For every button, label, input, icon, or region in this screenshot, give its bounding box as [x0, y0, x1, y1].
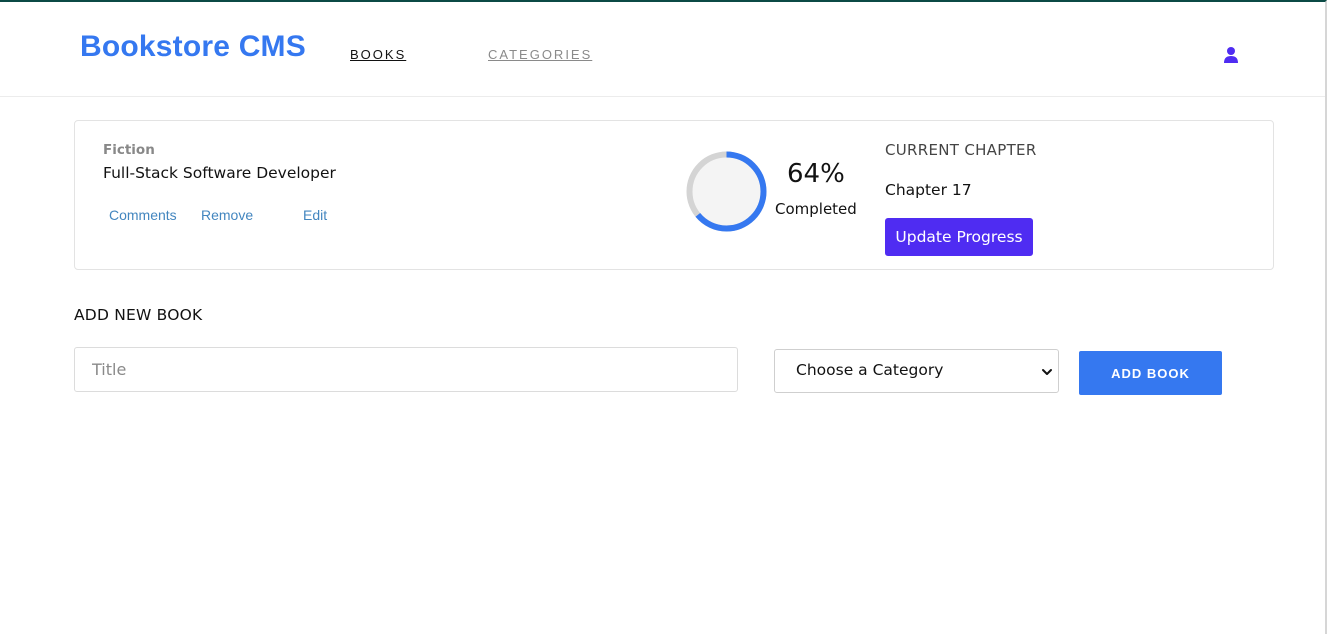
add-book-heading: ADD NEW BOOK	[74, 306, 203, 324]
progress-percent: 64%	[787, 159, 845, 189]
progress-ring	[686, 151, 767, 232]
current-chapter-value: Chapter 17	[885, 181, 972, 199]
title-input[interactable]	[74, 347, 738, 392]
user-icon[interactable]	[1222, 46, 1240, 64]
app-header: Bookstore CMS BOOKS CATEGORIES	[0, 2, 1325, 97]
progress-status: Completed	[775, 200, 857, 218]
category-select[interactable]: Choose a Category	[774, 349, 1059, 393]
book-card: Fiction Full-Stack Software Developer Co…	[74, 120, 1274, 270]
book-title: Full-Stack Software Developer	[103, 164, 336, 182]
nav-books-link[interactable]: BOOKS	[350, 47, 406, 62]
nav-categories-link[interactable]: CATEGORIES	[488, 47, 592, 62]
add-book-button[interactable]: ADD BOOK	[1079, 351, 1222, 395]
current-chapter-heading: CURRENT CHAPTER	[885, 141, 1037, 159]
remove-button[interactable]: Remove	[201, 207, 253, 223]
app-logo: Bookstore CMS	[80, 30, 306, 63]
chevron-down-icon	[1042, 369, 1052, 375]
category-select-value: Choose a Category	[796, 361, 944, 379]
update-progress-button[interactable]: Update Progress	[885, 218, 1033, 256]
book-genre: Fiction	[103, 142, 155, 158]
edit-button[interactable]: Edit	[303, 207, 327, 223]
comments-button[interactable]: Comments	[109, 207, 177, 223]
